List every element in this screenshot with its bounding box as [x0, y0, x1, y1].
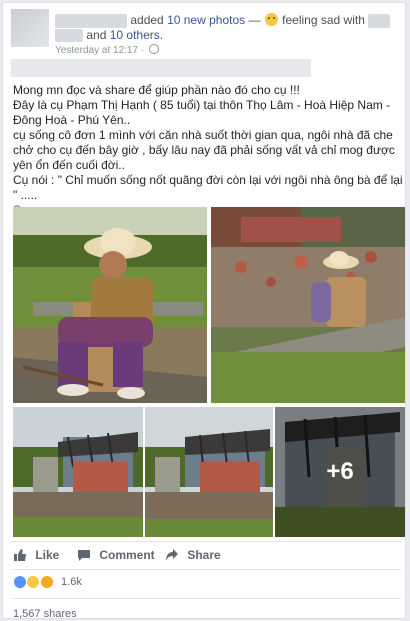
timestamp-line: Yesterday at 12:17 ·	[55, 44, 159, 56]
post-text-line: Đây là cụ Phạm Thị Hạnh ( 85 tuổi) tại t…	[13, 98, 391, 127]
comment-button[interactable]: Comment	[77, 548, 155, 562]
post-text-line: cụ sống cô đơn 1 mình với căn nhà suốt t…	[13, 128, 395, 172]
more-photos-count: +6	[326, 458, 354, 485]
thumbs-up-icon	[14, 549, 26, 561]
tagged-name-blurred[interactable]	[368, 13, 391, 28]
share-button[interactable]: Share	[165, 548, 221, 562]
photo-damaged-house-2[interactable]	[145, 407, 273, 537]
added-text: added	[130, 13, 164, 27]
photo-grid: +6	[13, 207, 405, 537]
blurred-bar	[11, 59, 311, 77]
share-label: Share	[187, 548, 221, 562]
comment-icon	[78, 550, 90, 561]
timestamp[interactable]: Yesterday at 12:17 ·	[55, 45, 144, 56]
like-label: Like	[35, 548, 60, 562]
haha-reaction-icon	[39, 574, 54, 589]
post-text: Mong mn đọc và share để giúp phần nào đó…	[13, 83, 405, 218]
post-text-line: Cụ nói : " Chỉ muốn sống nốt quãng đời c…	[13, 173, 403, 202]
post-header-line-2: and 10 others.	[55, 28, 163, 43]
avatar[interactable]	[11, 9, 49, 47]
and-text: and	[86, 28, 107, 42]
post-text-line: Mong mn đọc và share để giúp phần nào đó…	[13, 83, 300, 97]
post-card: added 10 new photos — feeling sad with a…	[2, 2, 406, 620]
comment-label: Comment	[99, 548, 155, 562]
divider	[11, 598, 401, 599]
shares-count[interactable]: 1,567 shares	[13, 608, 77, 620]
share-icon	[166, 549, 178, 561]
action-bar: Like Comment Share	[13, 544, 405, 566]
like-reaction-icon	[13, 574, 27, 589]
photo-woman-sitting[interactable]	[13, 207, 207, 403]
reactions-summary[interactable]: 1.6k	[13, 574, 82, 592]
dash-text: —	[248, 13, 261, 27]
like-button[interactable]: Like	[13, 548, 59, 562]
more-photos-overlay[interactable]: +6	[275, 407, 405, 537]
reaction-count: 1.6k	[61, 575, 82, 588]
tagged-name-blurred-2[interactable]	[55, 29, 83, 43]
feeling-text: feeling sad with	[282, 13, 365, 27]
sad-reaction-icon	[26, 574, 41, 589]
post-header-line: added 10 new photos — feeling sad with	[55, 13, 391, 28]
photo-damaged-house-1[interactable]	[13, 407, 143, 537]
divider	[11, 569, 401, 570]
photo-woman-rubble[interactable]	[211, 207, 405, 403]
post-header: added 10 new photos — feeling sad with a…	[11, 9, 401, 56]
photo-more[interactable]: +6	[275, 407, 405, 537]
author-name-blurred[interactable]	[55, 13, 127, 28]
photos-link[interactable]: 10 new photos	[167, 13, 245, 27]
sad-emoji-icon	[264, 13, 278, 26]
others-link[interactable]: 10 others.	[110, 28, 163, 42]
divider	[11, 541, 401, 542]
globe-icon	[148, 44, 159, 54]
